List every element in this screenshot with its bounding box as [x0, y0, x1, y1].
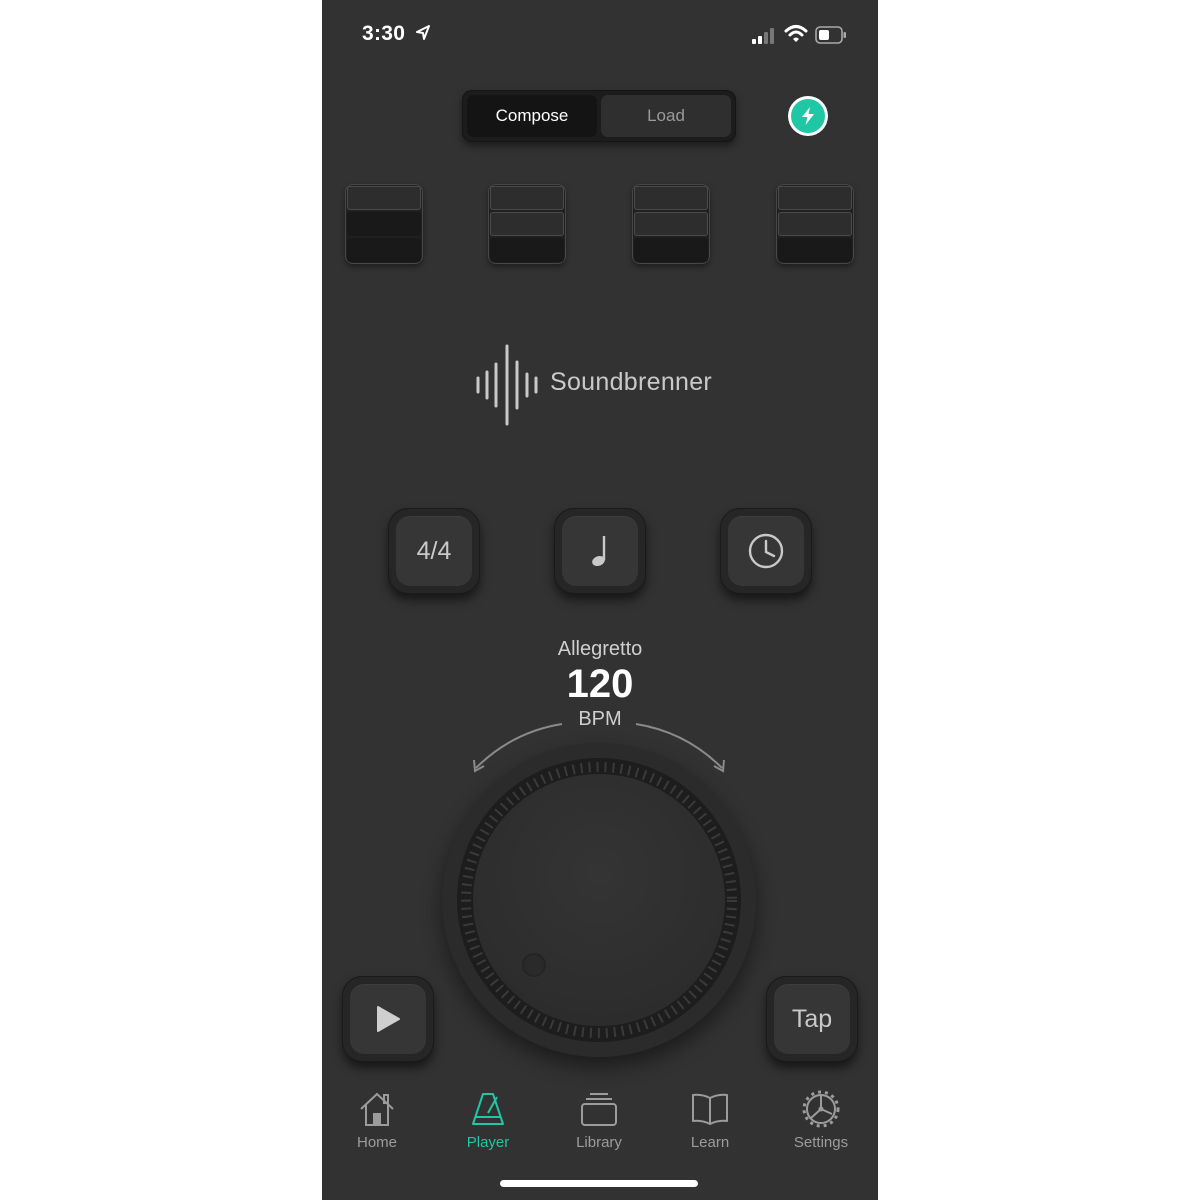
bpm-value: 120: [566, 662, 634, 706]
gear-icon: [802, 1090, 840, 1128]
tab-home-label: Home: [356, 1134, 397, 1151]
tab-learn-label: Learn: [690, 1134, 730, 1151]
soundwave-logo-icon: [476, 344, 538, 426]
tap-label: Tap: [791, 1004, 833, 1033]
play-icon: [377, 1006, 400, 1032]
library-icon: [581, 1093, 617, 1126]
tempo-dial[interactable]: [442, 743, 756, 1057]
quarter-note-icon: [592, 536, 606, 567]
battery-icon: [815, 26, 846, 44]
home-icon: [360, 1092, 394, 1126]
tab-library[interactable]: Library: [544, 1088, 654, 1151]
bolt-button[interactable]: [788, 96, 828, 136]
lightning-bolt-icon: [802, 107, 814, 125]
phone-screen: 3:30 Compose Load Soundbrenner 4/4 Alleg…: [322, 0, 878, 1200]
tab-settings-label: Settings: [793, 1134, 849, 1151]
compose-tab[interactable]: Compose: [467, 95, 597, 137]
tab-library-label: Library: [576, 1134, 622, 1151]
home-indicator[interactable]: [500, 1180, 698, 1187]
subdivision-button[interactable]: [554, 508, 646, 594]
tap-button[interactable]: Tap: [766, 976, 858, 1062]
book-icon: [692, 1093, 728, 1125]
metronome-icon: [472, 1093, 504, 1125]
tab-learn[interactable]: Learn: [655, 1088, 765, 1151]
beat-block-2[interactable]: [488, 184, 566, 264]
beat-block-4[interactable]: [776, 184, 854, 264]
timer-button[interactable]: [720, 508, 812, 594]
mode-toggle: Compose Load: [462, 90, 736, 142]
tab-home[interactable]: Home: [322, 1088, 432, 1151]
location-arrow-icon: [416, 25, 430, 40]
beat-block-1[interactable]: [345, 184, 423, 264]
clock-icon: [748, 533, 784, 569]
status-time: 3:30: [362, 22, 406, 45]
play-button[interactable]: [342, 976, 434, 1062]
tab-settings[interactable]: Settings: [766, 1088, 876, 1151]
tab-player[interactable]: Player: [433, 1088, 543, 1151]
wifi-icon: [784, 25, 808, 42]
tab-player-label: Player: [466, 1134, 510, 1151]
cellular-signal-icon: [752, 28, 774, 44]
dial-graphic: [457, 758, 741, 1042]
load-tab[interactable]: Load: [601, 95, 731, 137]
beat-block-3[interactable]: [632, 184, 710, 264]
time-signature-value: 4/4: [416, 536, 452, 565]
time-signature-button[interactable]: 4/4: [388, 508, 480, 594]
tempo-name: Allegretto: [557, 638, 643, 660]
logo-text: Soundbrenner: [550, 368, 713, 396]
